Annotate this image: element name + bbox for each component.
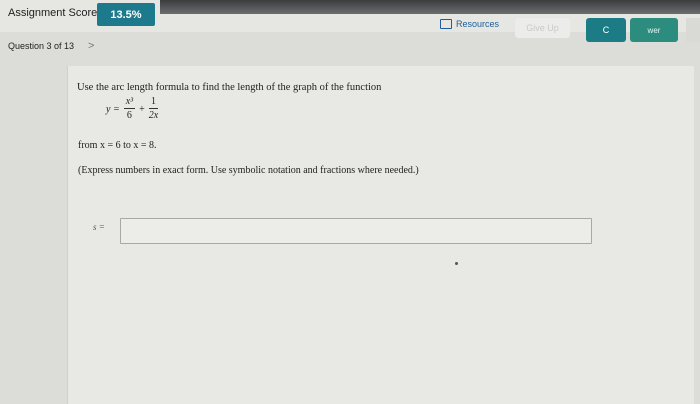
fraction-denominator: 6 [126,110,132,121]
give-up-button[interactable]: Give Up [515,18,570,38]
cursor-dot [455,262,458,265]
question-counter: Question 3 of 13 [8,41,75,51]
next-question-chevron-icon[interactable]: > [88,40,94,52]
fraction-x-cubed-over-6: x³ 6 [123,96,136,121]
fraction-numerator: 1 [148,96,158,109]
resources-label: Resources [456,19,500,29]
resources-link[interactable]: Resources [440,19,499,29]
edge-button[interactable] [686,18,700,42]
answer-input[interactable] [120,218,592,244]
check-answer-button[interactable]: wer [630,18,678,42]
interval-text: from x = 6 to x = 8. [78,140,157,151]
function-formula: y = x³ 6 + 1 2x [106,97,158,121]
assignment-score-badge: 13.5% [97,3,155,26]
window-edge [160,0,700,14]
instructions-note: (Express numbers in exact form. Use symb… [78,165,419,176]
fraction-1-over-2x: 1 2x [149,97,158,121]
answer-label: s = [93,222,105,232]
check-button[interactable]: C [586,18,626,42]
plus-sign: + [139,103,145,115]
fraction-numerator: x³ [123,96,136,109]
question-navigation: Question 3 of 13 > [8,40,94,52]
formula-lhs: y = [106,103,120,115]
fraction-denominator: 2x [148,110,159,121]
question-prompt: Use the arc length formula to find the l… [77,82,382,93]
resources-icon [440,19,452,29]
assignment-score-label: Assignment Score: [8,7,101,19]
